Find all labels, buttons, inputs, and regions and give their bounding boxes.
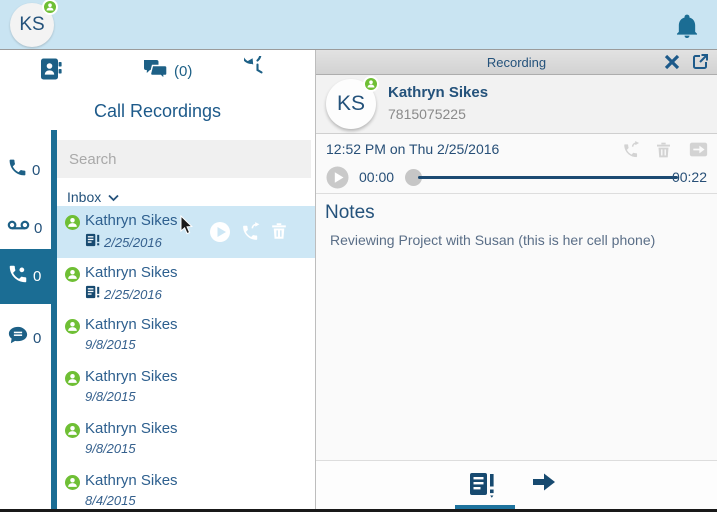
recording-date: 2/25/2016: [104, 287, 162, 302]
contact-avatar: KS: [326, 76, 379, 129]
folder-label: Inbox: [67, 189, 102, 205]
tab-contacts[interactable]: [38, 55, 64, 87]
current-time: 00:00: [359, 169, 395, 185]
caller-name: Kathryn Sikes: [85, 264, 178, 281]
presence-badge-icon: [65, 371, 80, 386]
seek-track[interactable]: [418, 176, 678, 179]
chat-icon: [0, 325, 29, 351]
rail-item-chat[interactable]: 0: [0, 316, 57, 360]
caller-name: Kathryn Sikes: [85, 212, 178, 229]
recordings-count: 0: [33, 268, 42, 285]
call-recording-icon: [0, 263, 29, 290]
presence-badge-icon: [65, 267, 80, 282]
rail-item-calls[interactable]: 0: [0, 148, 57, 192]
contact-card: KS Kathryn Sikes 7815075225: [316, 75, 717, 134]
list-item[interactable]: Kathryn Sikes 9/8/2015: [57, 362, 315, 414]
list-item[interactable]: Kathryn Sikes 9/8/2015: [57, 414, 315, 466]
forward-arrow-icon[interactable]: [531, 471, 561, 499]
play-icon[interactable]: [209, 221, 231, 243]
recordings-list-panel: Inbox Kathryn Sikes 2/25/2016: [57, 130, 368, 512]
presence-badge-icon: [42, 0, 58, 15]
audio-player: 00:00 00:22: [326, 165, 707, 191]
left-tab-bar: (0): [0, 42, 315, 143]
notes-title: Notes: [325, 202, 375, 223]
voicemail-count: 0: [34, 219, 43, 237]
close-icon[interactable]: [663, 53, 681, 71]
presence-badge-icon: [65, 319, 80, 334]
caller-name: Kathryn Sikes: [85, 472, 178, 489]
voicemail-icon: [0, 217, 30, 239]
presence-badge-icon: [363, 76, 379, 92]
search-input[interactable]: [57, 140, 311, 178]
chat-bubbles-icon: [142, 57, 169, 86]
chevron-down-icon: [108, 189, 119, 205]
user-avatar[interactable]: KS: [10, 0, 58, 47]
recording-date: 9/8/2015: [85, 389, 136, 404]
export-icon[interactable]: [688, 140, 709, 160]
presence-badge-icon: [65, 215, 80, 230]
play-button[interactable]: [326, 166, 349, 189]
bell-icon[interactable]: [673, 12, 701, 42]
caller-name: Kathryn Sikes: [85, 420, 178, 437]
trash-icon[interactable]: [269, 221, 291, 243]
folder-dropdown[interactable]: Inbox: [67, 186, 119, 208]
recordings-list: Kathryn Sikes 2/25/2016 Kathryn Sikes 2/…: [57, 206, 315, 512]
presence-badge-icon: [65, 475, 80, 490]
chat-tab-count: (0): [174, 62, 193, 80]
recording-date: 2/25/2016: [104, 235, 162, 250]
note-icon: [85, 233, 100, 252]
recording-panel-header: Recording: [316, 50, 717, 75]
recording-date: 8/4/2015: [85, 493, 136, 508]
rail-item-voicemail[interactable]: 0: [0, 206, 57, 250]
notes-text: Reviewing Project with Susan (this is he…: [330, 232, 656, 248]
caller-name: Kathryn Sikes: [85, 316, 178, 333]
page-title: Call Recordings: [0, 92, 315, 130]
player-section: 12:52 PM on Thu 2/25/2016 00:00 00:22: [316, 134, 717, 194]
chat-count: 0: [33, 329, 42, 347]
popout-icon[interactable]: [691, 53, 709, 71]
calls-count: 0: [32, 161, 41, 179]
recording-detail-panel: Recording KS Kathryn Sikes 7815075225 12…: [315, 50, 717, 512]
trash-icon[interactable]: [654, 140, 675, 160]
tab-call-history[interactable]: [241, 42, 271, 87]
notes-tab[interactable]: [468, 471, 498, 499]
caller-name: Kathryn Sikes: [85, 368, 178, 385]
contact-number: 7815075225: [388, 106, 466, 122]
phone-icon: [0, 157, 28, 183]
notes-section: Notes Reviewing Project with Susan (this…: [316, 194, 717, 461]
note-icon: [85, 285, 100, 304]
list-item[interactable]: Kathryn Sikes 2/25/2016: [57, 258, 315, 310]
app-window: KS (0) Call Recordings 0 0 0 0 Search In…: [0, 0, 717, 512]
list-item[interactable]: Kathryn Sikes 9/8/2015: [57, 310, 315, 362]
presence-badge-icon: [65, 423, 80, 438]
recording-timestamp: 12:52 PM on Thu 2/25/2016: [326, 141, 500, 157]
panel-header-title: Recording: [486, 54, 547, 70]
list-item[interactable]: Kathryn Sikes 8/4/2015: [57, 466, 315, 512]
left-rail: 0 0 0 0: [0, 130, 57, 512]
duration: 00:22: [671, 169, 707, 185]
address-book-icon: [38, 56, 64, 86]
callback-icon[interactable]: [239, 221, 261, 243]
tab-chat[interactable]: (0): [142, 55, 192, 87]
detail-bottom-tabbar: [316, 461, 717, 512]
top-bar: KS: [0, 0, 717, 50]
avatar-initials: KS: [336, 92, 365, 115]
recording-date: 9/8/2015: [85, 441, 136, 456]
contact-name: Kathryn Sikes: [388, 84, 489, 101]
avatar-initials: KS: [19, 14, 45, 35]
list-item[interactable]: Kathryn Sikes 2/25/2016: [57, 206, 315, 258]
history-clock-icon: [241, 42, 271, 87]
rail-item-recordings[interactable]: 0: [0, 249, 57, 304]
callback-icon[interactable]: [620, 140, 641, 160]
recording-date: 9/8/2015: [85, 337, 136, 352]
